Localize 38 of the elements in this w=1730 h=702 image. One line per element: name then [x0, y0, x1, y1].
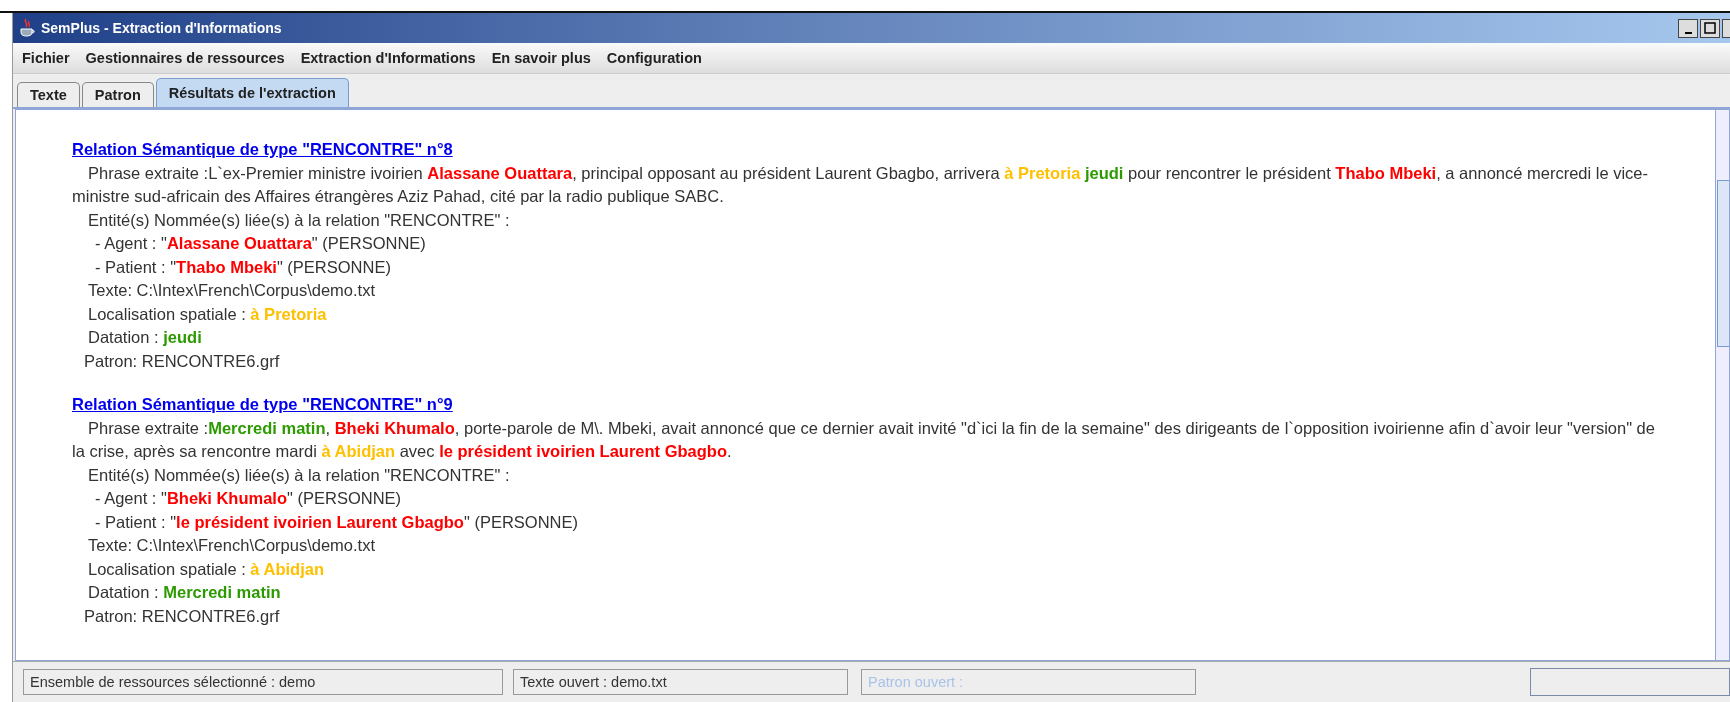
scroll-thumb[interactable]	[1717, 180, 1729, 347]
result-text: - Patient : "le président ivoirien Laurent Gbagbo" (PERSONNE)	[94, 511, 579, 533]
result-text: Texte: C:\Intex\French\Corpus\demo.txt	[87, 280, 377, 301]
menu-item[interactable]: Extraction d'Informations	[300, 50, 476, 66]
relation-link[interactable]: Relation Sémantique de type "RENCONTRE" n°8	[72, 138, 1672, 162]
menu-item[interactable]: En savoir plus	[491, 50, 591, 66]
window-title: SemPlus - Extraction d'Informations	[41, 20, 282, 36]
status-field: Ensemble de ressources sélectionné : demo	[23, 669, 503, 695]
maximize-button[interactable]	[1700, 18, 1720, 38]
menu-item[interactable]: Fichier	[22, 50, 70, 66]
result-text: Texte: C:\Intex\French\Corpus\demo.txt	[87, 535, 377, 556]
maximize-icon	[1704, 22, 1716, 34]
result-text: Localisation spatiale : à Abidjan	[87, 558, 325, 580]
close-button[interactable]	[1722, 18, 1730, 38]
result-text: - Agent : "Alassane Ouattara" (PERSONNE)	[94, 233, 427, 254]
status-field: Patron ouvert :	[861, 669, 1196, 695]
result-text: Entité(s) Nommée(s) liée(s) à la relation "RENCONTRE" :	[87, 464, 511, 486]
result-text: Datation : Mercredi matin	[87, 582, 282, 603]
result-text: - Patient : "Thabo Mbeki" (PERSONNE)	[94, 256, 392, 278]
result-text: Localisation spatiale : à Pretoria	[87, 303, 328, 325]
result-text: Patron: RENCONTRE6.grf	[83, 350, 281, 372]
minimize-button[interactable]	[1678, 18, 1698, 38]
result-text: Entité(s) Nommée(s) liée(s) à la relation "RENCONTRE" :	[87, 209, 511, 231]
result-text: Phrase extraite :L`ex-Premier ministre ivoirien Alassane Ouattara, principal opposant au président Laurent Gbagbo, arrivera à Pretoria jeudi pour rencontrer le président Thabo Mbeki, a annoncé mercredi le vice-ministre sud-africain des Affaires étrangères Aziz Pahad, cité par la radio publique SABC.	[72, 162, 1650, 207]
java-cup-icon	[19, 18, 35, 38]
result-text: Patron: RENCONTRE6.grf	[83, 605, 281, 627]
menu-item[interactable]: Configuration	[606, 50, 702, 66]
tab[interactable]: Texte	[17, 82, 80, 107]
result-text: - Agent : "Bheki Khumalo" (PERSONNE)	[94, 488, 403, 509]
relation-link[interactable]: Relation Sémantique de type "RENCONTRE" n°9	[72, 393, 1672, 417]
menu-item[interactable]: Gestionnaires de ressources	[85, 50, 285, 66]
result-text: Phrase extraite :Mercredi matin, Bheki Khumalo, porte-parole de M\. Mbeki, avait annoncé que ce dernier avait invité "d`ici la fin de la semaine" des dirigeants de l`opposition ivoirienne afin d`avoir leur "version" de la crise, après sa rencontre mardi à Abidjan avec le président ivoirien Laurent Gbagbo.	[72, 417, 1656, 462]
tab[interactable]: Patron	[81, 82, 154, 107]
scrollbar[interactable]	[1715, 110, 1729, 660]
result-text: Datation : jeudi	[87, 327, 203, 348]
status-field: Texte ouvert : demo.txt	[513, 669, 848, 695]
minimize-icon	[1684, 31, 1692, 34]
tab[interactable]: Résultats de l'extraction	[155, 78, 349, 107]
